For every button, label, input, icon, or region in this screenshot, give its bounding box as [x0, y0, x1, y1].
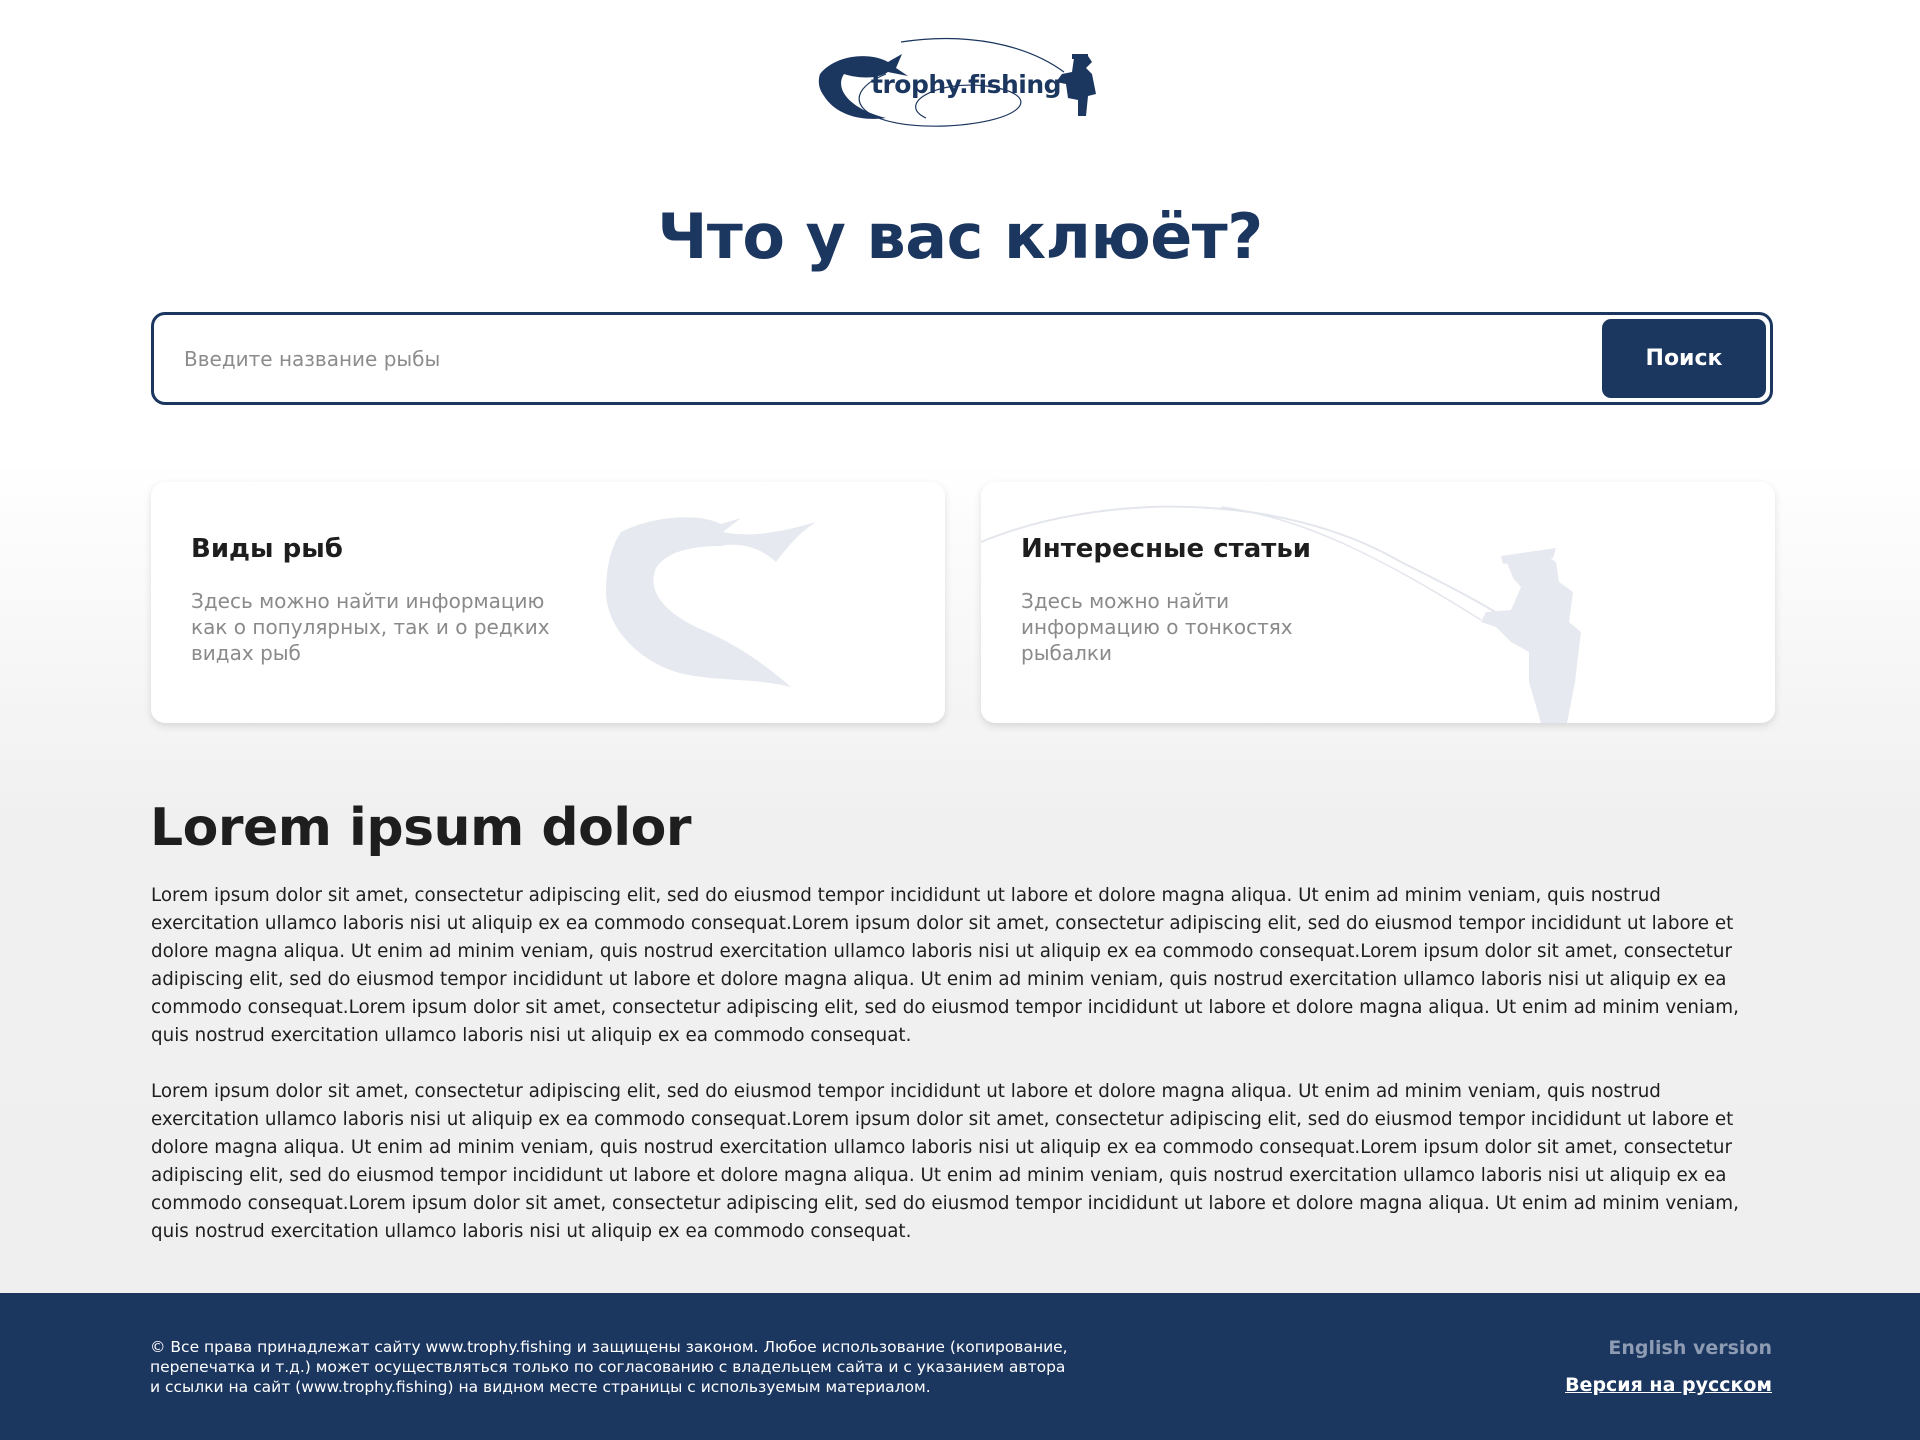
logo-text: trophy.fishing — [871, 70, 1062, 99]
russian-version-link[interactable]: Версия на русском — [1565, 1374, 1772, 1396]
site-logo[interactable]: trophy.fishing — [816, 34, 1106, 134]
card-fish-species[interactable]: Виды рыб Здесь можно найти информацию ка… — [151, 482, 945, 723]
card-description: Здесь можно найти информацию как о попул… — [191, 589, 550, 665]
footer-copyright: © Все права принадлежат сайту www.trophy… — [150, 1338, 1068, 1396]
article-paragraph: Lorem ipsum dolor sit amet, consectetur … — [151, 885, 1739, 1046]
card-articles[interactable]: Интересные статьи Здесь можно найти инфо… — [981, 482, 1775, 723]
card-title: Интересные статьи — [1021, 534, 1311, 564]
english-version-link[interactable]: English version — [1608, 1337, 1772, 1359]
article-paragraph: Lorem ipsum dolor sit amet, consectetur … — [151, 1081, 1739, 1242]
search-button[interactable]: Поиск — [1602, 319, 1766, 398]
card-title: Виды рыб — [191, 534, 343, 564]
search-input[interactable] — [184, 315, 1484, 402]
page: trophy.fishing Что у вас клюёт? Поиск Ви… — [0, 0, 1920, 1293]
footer: © Все права принадлежат сайту www.trophy… — [0, 1293, 1920, 1440]
page-title: Что у вас клюёт? — [657, 200, 1263, 273]
card-description: Здесь можно найти информацию о тонкостях… — [1021, 589, 1293, 665]
article-title: Lorem ipsum dolor — [150, 798, 692, 858]
search-bar: Поиск — [151, 312, 1773, 405]
